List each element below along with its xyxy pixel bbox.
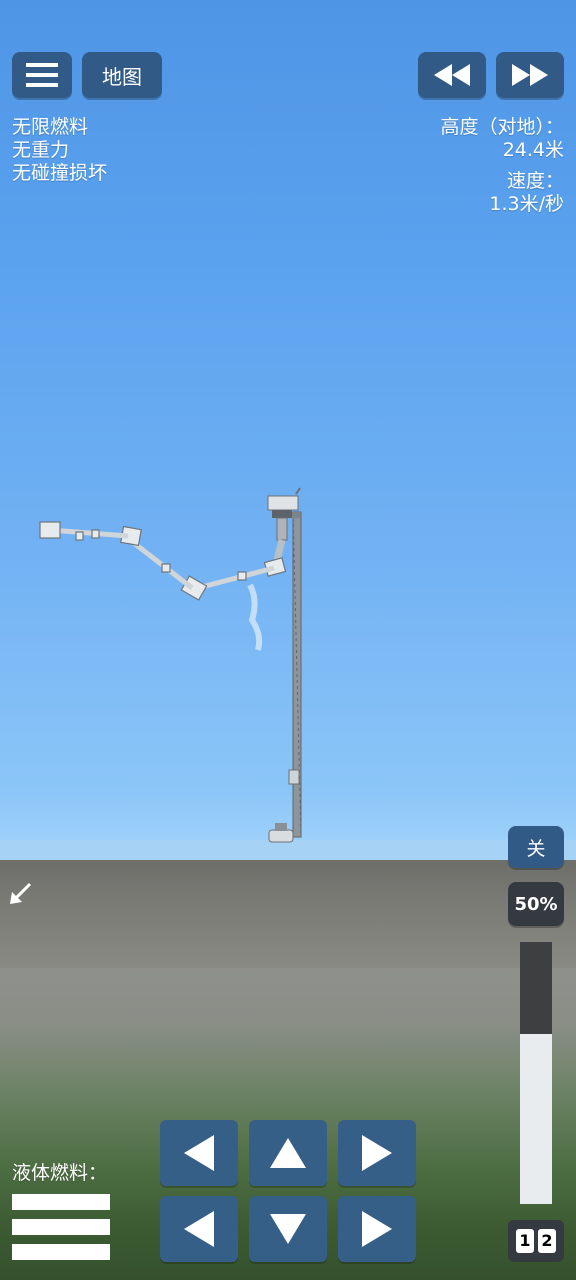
- toggle-off-button[interactable]: 关: [508, 826, 564, 868]
- arrow-right-icon: [362, 1211, 392, 1247]
- fuel-bar: [12, 1244, 110, 1260]
- rotate-left-button-top[interactable]: [160, 1120, 238, 1186]
- throttle-percent-button[interactable]: 50%: [508, 882, 564, 926]
- throttle-slider[interactable]: [520, 942, 552, 1204]
- rotate-right-button-top[interactable]: [338, 1120, 416, 1186]
- throttle-fill: [520, 1034, 552, 1204]
- arrow-up-icon: [270, 1138, 306, 1168]
- arrow-left-icon: [184, 1211, 214, 1247]
- exhaust-plume: [247, 583, 263, 651]
- arrow-left-icon: [184, 1135, 214, 1171]
- cheat-infinite-fuel: 无限燃料: [12, 116, 89, 138]
- rewind-icon: [434, 64, 470, 86]
- thrust-down-button[interactable]: [249, 1196, 327, 1262]
- menu-button[interactable]: [12, 52, 72, 98]
- fuel-bar: [12, 1219, 110, 1235]
- cheat-no-collision-damage: 无碰撞损坏: [12, 162, 108, 184]
- ground-surface: [0, 860, 576, 970]
- sky-horizon: [0, 840, 576, 862]
- cheat-no-gravity: 无重力: [12, 139, 70, 161]
- fuel-label: 液体燃料：: [12, 1162, 108, 1184]
- fast-forward-icon: [512, 64, 548, 86]
- hamburger-menu-icon: [26, 63, 58, 87]
- fast-forward-button[interactable]: [496, 52, 564, 98]
- lattice-tower: [286, 511, 302, 838]
- altitude-value: 24.4米: [502, 139, 564, 161]
- robotic-arm: [39, 521, 287, 601]
- direction-arrow-icon: [10, 882, 32, 904]
- rewind-button[interactable]: [418, 52, 486, 98]
- top-tank: [267, 487, 301, 541]
- altitude-label: 高度（对地）：: [440, 116, 564, 138]
- move-right-button[interactable]: [338, 1196, 416, 1262]
- thrust-up-button[interactable]: [249, 1120, 327, 1186]
- stage-2-button[interactable]: 2: [538, 1229, 556, 1253]
- arrow-right-icon: [362, 1135, 392, 1171]
- speed-value: 1.3米/秒: [489, 193, 564, 215]
- stage-selector[interactable]: 1 2: [508, 1220, 564, 1262]
- move-left-button[interactable]: [160, 1196, 238, 1262]
- map-button[interactable]: 地图: [82, 52, 162, 98]
- arrow-down-icon: [270, 1214, 306, 1244]
- speed-label: 速度：: [506, 170, 564, 192]
- fuel-bar: [12, 1194, 110, 1210]
- stage-1-button[interactable]: 1: [516, 1229, 534, 1253]
